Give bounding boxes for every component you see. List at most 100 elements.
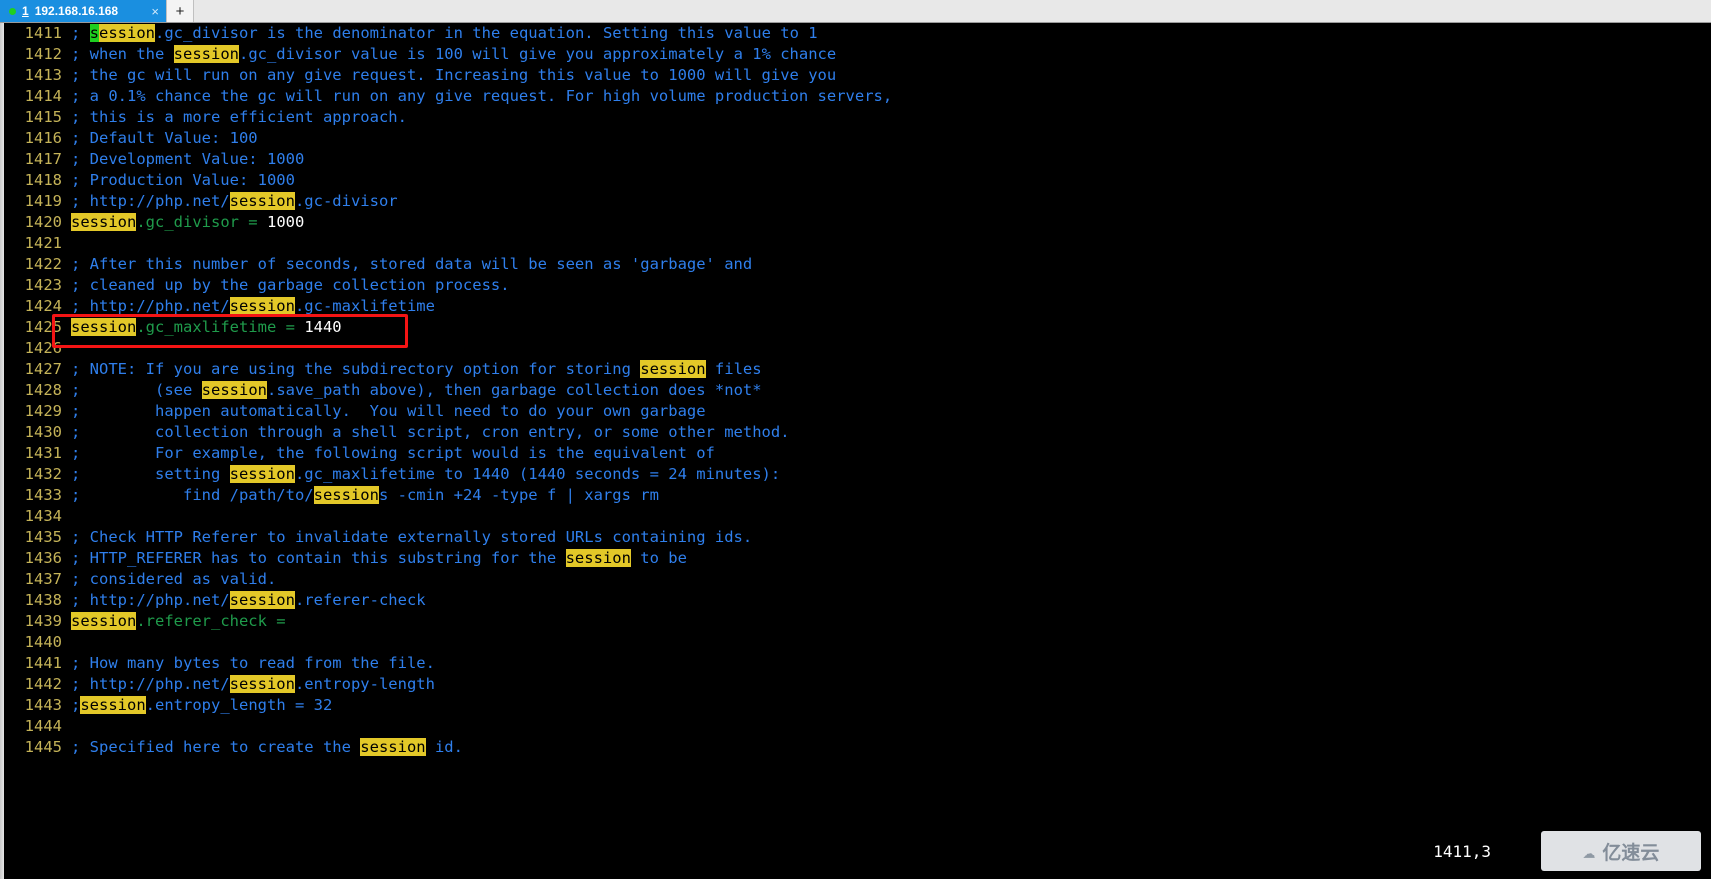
search-highlight: ession: [99, 24, 156, 42]
search-highlight: session: [229, 591, 295, 609]
editor-line: 1442 ; http://php.net/session.entropy-len…: [6, 674, 1711, 695]
editor-line: 1432 ; setting session.gc_maxlifetime to …: [6, 464, 1711, 485]
editor-line: 1411; session.gc_divisor is the denomina…: [6, 23, 1711, 44]
search-highlight: session: [565, 549, 631, 567]
search-highlight: session: [229, 465, 295, 483]
search-highlight: session: [71, 213, 137, 231]
editor-text-area[interactable]: 1411; session .gc_divisor is the denomina…: [6, 23, 1711, 879]
editor-line: 1444: [6, 716, 1711, 737]
line-number: 1431: [24, 444, 62, 462]
search-highlight: session: [640, 360, 706, 378]
comment-text: ; Specified here to create the: [71, 738, 361, 756]
editor-line: 1434: [6, 506, 1711, 527]
editor-line: 1437 ; considered as valid.: [6, 569, 1711, 590]
ini-value: 1440: [304, 318, 342, 336]
comment-text: ; cleaned up by the garbage collection p…: [71, 276, 510, 294]
tab-bar: 1 192.168.16.168 × +: [0, 0, 1711, 23]
editor-line: 1445 ; Specified here to create the sessi…: [6, 737, 1711, 758]
search-highlight: session: [71, 612, 137, 630]
watermark: ☁ 亿速云: [1541, 831, 1701, 871]
scrollbar-track[interactable]: [0, 23, 4, 879]
terminal-viewport[interactable]: 1411; session .gc_divisor is the denomina…: [0, 23, 1711, 879]
comment-text: .gc_maxlifetime to 1440 (1440 seconds = …: [294, 465, 781, 483]
line-number: 1424: [24, 297, 62, 315]
comment-text: ; Production Value: 1000: [71, 171, 295, 189]
new-tab-button[interactable]: +: [166, 0, 194, 22]
comment-text: ;: [71, 24, 90, 42]
ini-value: 1000: [266, 213, 305, 231]
ini-directive: .referer_check =: [136, 612, 286, 630]
search-highlight: session: [80, 696, 146, 714]
comment-text: ; Check HTTP Referer to invalidate exter…: [71, 528, 753, 546]
comment-text: .entropy-length: [294, 675, 435, 693]
comment-text: ; http://php.net/: [71, 297, 230, 315]
comment-text: ; find /path/to/: [71, 486, 314, 504]
comment-text: ; http://php.net/: [71, 192, 230, 210]
line-number: 1438: [24, 591, 62, 609]
editor-line: 1424 ; http://php.net/session.gc-maxlifet…: [6, 296, 1711, 317]
terminal-tab-1[interactable]: 1 192.168.16.168 ×: [0, 0, 166, 22]
editor-line: 1417 ; Development Value: 1000: [6, 149, 1711, 170]
line-number: 1421: [24, 234, 62, 252]
comment-text: .gc_divisor value is 100 will give you a…: [238, 45, 837, 63]
comment-text: ; happen automatically. You will need to…: [71, 402, 706, 420]
line-number: 1411: [24, 24, 62, 42]
line-number: 1434: [24, 507, 62, 525]
comment-text: .entropy_length = 32: [145, 696, 333, 714]
line-number: 1432: [24, 465, 62, 483]
editor-line: 1426: [6, 338, 1711, 359]
comment-text: .referer-check: [294, 591, 426, 609]
editor-line: 1423 ; cleaned up by the garbage collecti…: [6, 275, 1711, 296]
editor-line: 1418 ; Production Value: 1000: [6, 170, 1711, 191]
line-number: 1422: [24, 255, 62, 273]
line-number: 1426: [24, 339, 62, 357]
comment-text: ; After this number of seconds, stored d…: [71, 255, 753, 273]
search-highlight: session: [71, 318, 137, 336]
comment-text: ; (see: [71, 381, 202, 399]
line-number: 1441: [24, 654, 62, 672]
search-highlight: session: [313, 486, 379, 504]
comment-text: ; this is a more efficient approach.: [71, 108, 407, 126]
comment-text: .gc-maxlifetime: [294, 297, 435, 315]
comment-text: ; HTTP_REFERER has to contain this subst…: [71, 549, 566, 567]
comment-text: ; For example, the following script woul…: [71, 444, 715, 462]
line-number: 1423: [24, 276, 62, 294]
comment-text: files: [705, 360, 762, 378]
line-number: 1412: [24, 45, 62, 63]
line-number: 1430: [24, 423, 62, 441]
comment-text: ; NOTE: If you are using the subdirector…: [71, 360, 641, 378]
editor-line: 1425 session.gc_maxlifetime = 1440: [6, 317, 1711, 338]
editor-line: 1419 ; http://php.net/session.gc-divisor: [6, 191, 1711, 212]
search-highlight: session: [360, 738, 426, 756]
line-number: 1433: [24, 486, 62, 504]
line-number: 1442: [24, 675, 62, 693]
search-highlight: session: [173, 45, 239, 63]
search-highlight: session: [229, 297, 295, 315]
comment-text: ; when the: [71, 45, 174, 63]
cloud-icon: ☁: [1582, 838, 1596, 863]
line-number: 1429: [24, 402, 62, 420]
cursor-position-status: 1411,3: [1433, 842, 1491, 861]
line-number: 1440: [24, 633, 62, 651]
search-highlight: session: [229, 675, 295, 693]
editor-line: 1413 ; the gc will run on any give reques…: [6, 65, 1711, 86]
editor-line: 1439 session.referer_check =: [6, 611, 1711, 632]
line-number: 1444: [24, 717, 62, 735]
comment-text: .gc_divisor is the denominator in the eq…: [155, 24, 818, 42]
connection-status-dot: [9, 7, 16, 15]
line-number: 1425: [24, 318, 62, 336]
line-number: 1427: [24, 360, 62, 378]
line-number: 1415: [24, 108, 62, 126]
editor-line: 1421: [6, 233, 1711, 254]
line-number: 1414: [24, 87, 62, 105]
line-number: 1428: [24, 381, 62, 399]
line-number: 1445: [24, 738, 62, 756]
close-icon[interactable]: ×: [143, 4, 159, 19]
comment-text: ; Default Value: 100: [71, 129, 258, 147]
line-number: 1417: [24, 150, 62, 168]
line-number: 1436: [24, 549, 62, 567]
comment-text: ; the gc will run on any give request. I…: [71, 66, 837, 84]
search-highlight: session: [229, 192, 295, 210]
editor-line: 1440: [6, 632, 1711, 653]
editor-line: 1415 ; this is a more efficient approach.: [6, 107, 1711, 128]
